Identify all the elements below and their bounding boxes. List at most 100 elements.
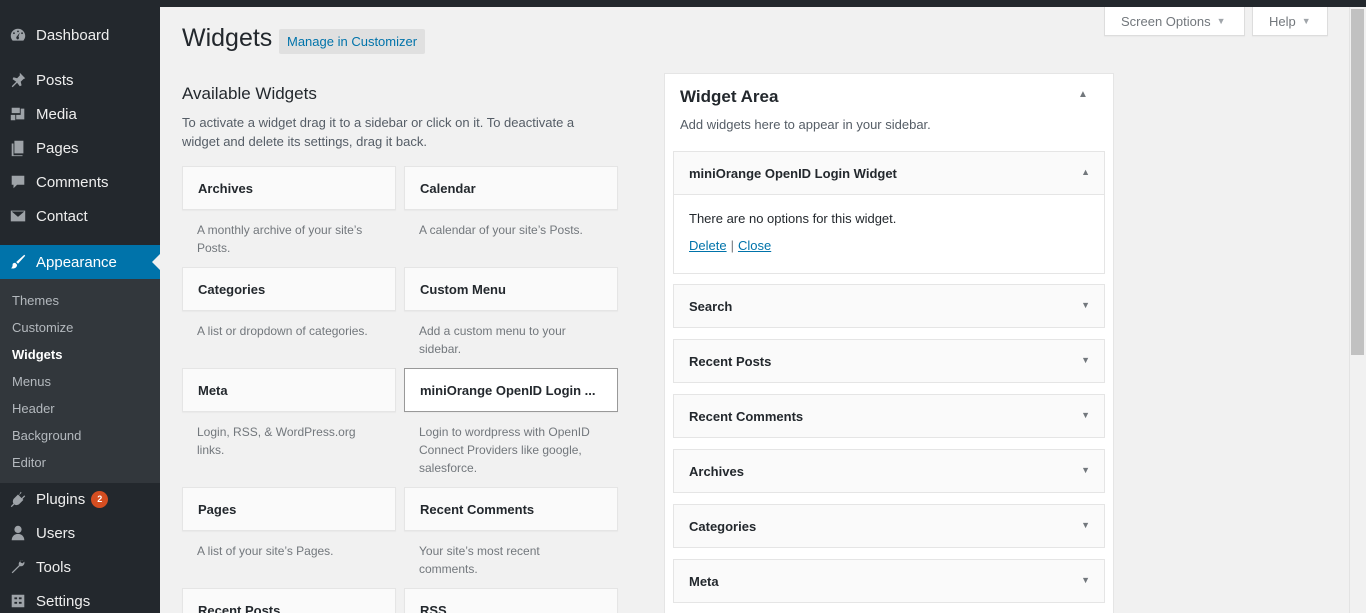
menu-label: Tools — [36, 558, 72, 576]
sidebar-widget-categories[interactable]: Categories ▼ — [673, 504, 1105, 548]
widget-custom-menu[interactable]: Custom Menu — [404, 267, 618, 311]
widget-description: A calendar of your site’s Posts. — [419, 223, 583, 237]
widget-description: A list or dropdown of categories. — [197, 324, 368, 338]
widget-description: Your site’s most recent comments. — [419, 544, 540, 576]
widget-miniorange-openid-login[interactable]: miniOrange OpenID Login ... — [404, 368, 618, 412]
scrollbar-thumb[interactable] — [1351, 9, 1364, 355]
paintbrush-icon — [0, 253, 36, 271]
expand-triangle-icon[interactable]: ▼ — [1081, 575, 1090, 585]
settings-icon — [0, 592, 36, 610]
pages-icon — [0, 139, 36, 157]
widget-calendar[interactable]: Calendar — [404, 166, 618, 210]
wrench-icon — [0, 558, 36, 576]
menu-item-appearance[interactable]: Appearance — [0, 245, 160, 279]
widget-description: A list of your site’s Pages. — [197, 544, 334, 558]
submenu-customize[interactable]: Customize — [0, 314, 160, 341]
menu-item-users[interactable]: Users — [0, 516, 160, 550]
submenu-header[interactable]: Header — [0, 395, 160, 422]
expand-triangle-icon[interactable]: ▼ — [1081, 520, 1090, 530]
widget-categories[interactable]: Categories — [182, 267, 396, 311]
widget-description: A monthly archive of your site’s Posts. — [197, 223, 363, 255]
screen-options-label: Screen Options — [1121, 13, 1211, 29]
submenu-themes[interactable]: Themes — [0, 287, 160, 314]
envelope-icon — [0, 207, 36, 225]
expand-triangle-icon[interactable]: ▼ — [1081, 300, 1090, 310]
manage-in-customizer-button[interactable]: Manage in Customizer — [279, 29, 426, 54]
menu-label: Plugins — [36, 490, 86, 508]
menu-item-tools[interactable]: Tools — [0, 550, 160, 584]
submenu-editor[interactable]: Editor — [0, 449, 160, 476]
close-link[interactable]: Close — [738, 238, 771, 253]
menu-label: Dashboard — [36, 26, 110, 44]
screen-options-button[interactable]: Screen Options ▼ — [1104, 7, 1245, 36]
update-count-badge: 2 — [91, 490, 109, 508]
no-options-text: There are no options for this widget. — [689, 211, 897, 226]
appearance-submenu: Themes Customize Widgets Menus Header Ba… — [0, 279, 160, 483]
plugin-icon — [0, 490, 36, 508]
help-button[interactable]: Help ▼ — [1252, 7, 1328, 36]
media-icon — [0, 105, 36, 123]
expand-triangle-icon[interactable]: ▼ — [1081, 465, 1090, 475]
menu-item-dashboard[interactable]: Dashboard — [0, 18, 160, 52]
dashboard-icon — [0, 26, 36, 44]
menu-label: Media — [36, 105, 77, 123]
caret-down-icon: ▼ — [1301, 16, 1311, 26]
pushpin-icon — [0, 71, 36, 89]
widget-meta[interactable]: Meta — [182, 368, 396, 412]
page-title: Widgets — [182, 24, 273, 52]
submenu-background[interactable]: Background — [0, 422, 160, 449]
sidebar-widget-search[interactable]: Search ▼ — [673, 284, 1105, 328]
widget-pages[interactable]: Pages — [182, 487, 396, 531]
expand-triangle-icon[interactable]: ▼ — [1081, 410, 1090, 420]
sidebar-widget-miniorange[interactable]: miniOrange OpenID Login Widget ▲ — [673, 151, 1105, 195]
sidebar-widget-title: Recent Posts — [689, 353, 772, 369]
caret-down-icon: ▼ — [1216, 16, 1226, 26]
menu-label: Contact — [36, 207, 88, 225]
menu-label: Comments — [36, 173, 109, 191]
expand-triangle-icon[interactable]: ▼ — [1081, 355, 1090, 365]
menu-label: Settings — [36, 592, 91, 610]
menu-item-plugins[interactable]: Plugins 2 — [0, 482, 160, 516]
user-icon — [0, 524, 36, 542]
collapse-triangle-icon[interactable]: ▲ — [1078, 89, 1088, 100]
menu-label: Pages — [36, 139, 79, 157]
sidebar-widget-recent-comments[interactable]: Recent Comments ▼ — [673, 394, 1105, 438]
admin-bar — [0, 0, 1366, 7]
widget-recent-posts[interactable]: Recent Posts — [182, 588, 396, 613]
menu-item-comments[interactable]: Comments — [0, 165, 160, 199]
sidebar-widget-title: Categories — [689, 518, 757, 534]
menu-label: Appearance — [36, 253, 117, 271]
submenu-widgets[interactable]: Widgets — [0, 341, 160, 368]
widget-area-title: Widget Area — [680, 87, 779, 106]
sidebar-widget-title: Search — [689, 298, 733, 314]
menu-item-media[interactable]: Media — [0, 97, 160, 131]
menu-item-contact[interactable]: Contact — [0, 199, 160, 233]
widget-area-description: Add widgets here to appear in your sideb… — [680, 117, 931, 132]
link-separator: | — [730, 238, 734, 253]
submenu-menus[interactable]: Menus — [0, 368, 160, 395]
collapse-triangle-icon[interactable]: ▲ — [1081, 167, 1090, 177]
help-label: Help — [1269, 13, 1296, 29]
sidebar-widget-title: Archives — [689, 463, 744, 479]
menu-label: Users — [36, 524, 76, 542]
available-widgets-description: To activate a widget drag it to a sideba… — [182, 115, 575, 149]
available-widgets-title: Available Widgets — [182, 84, 317, 103]
sidebar-widget-meta[interactable]: Meta ▼ — [673, 559, 1105, 603]
sidebar-widget-title: miniOrange OpenID Login Widget — [689, 165, 897, 181]
sidebar-widget-title: Recent Comments — [689, 408, 804, 424]
admin-sidebar: Dashboard Posts Media Pages Comments Con… — [0, 0, 160, 613]
widget-archives[interactable]: Archives — [182, 166, 396, 210]
widget-rss[interactable]: RSS — [404, 588, 618, 613]
sidebar-widget-recent-posts[interactable]: Recent Posts ▼ — [673, 339, 1105, 383]
menu-item-settings[interactable]: Settings — [0, 584, 160, 613]
menu-item-posts[interactable]: Posts — [0, 63, 160, 97]
comment-icon — [0, 173, 36, 191]
menu-label: Posts — [36, 71, 74, 89]
widget-recent-comments[interactable]: Recent Comments — [404, 487, 618, 531]
widget-description: Login, RSS, & WordPress.org links. — [197, 425, 356, 457]
widget-description: Add a custom menu to your sidebar. — [419, 324, 566, 356]
sidebar-widget-archives[interactable]: Archives ▼ — [673, 449, 1105, 493]
widget-settings-panel: There are no options for this widget. De… — [673, 195, 1105, 274]
delete-link[interactable]: Delete — [689, 238, 727, 253]
menu-item-pages[interactable]: Pages — [0, 131, 160, 165]
